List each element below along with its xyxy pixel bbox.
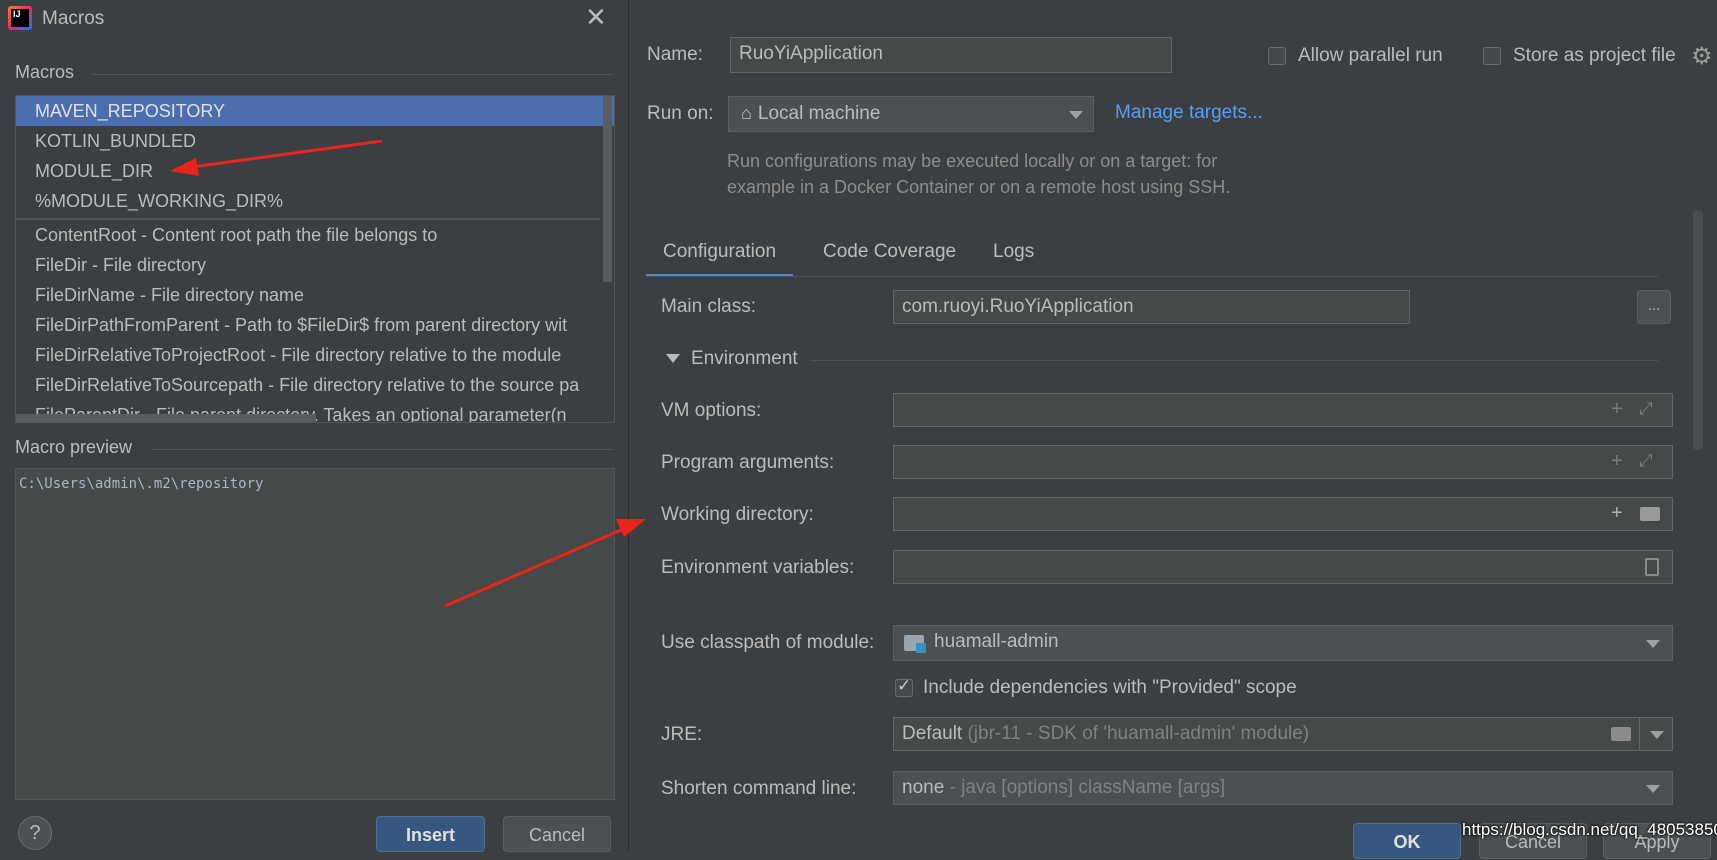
annotation-arrow-head [616, 519, 646, 537]
annotation-arrow [444, 525, 629, 608]
annotation-arrow [184, 139, 383, 170]
watermark-text: https://blog.csdn.net/qq_48053850 [1462, 820, 1717, 839]
annotation-arrow-head [170, 158, 199, 176]
annotation-arrows [170, 139, 646, 608]
